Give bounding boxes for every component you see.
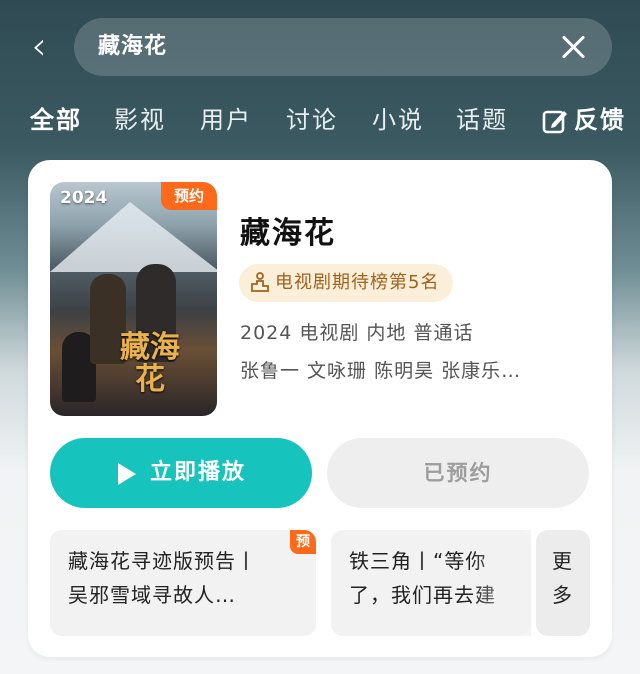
rank-label: 电视剧期待榜第5名 <box>275 272 440 293</box>
search-input[interactable]: 藏海花 <box>98 18 167 76</box>
search-box[interactable]: 藏海花 <box>74 18 612 76</box>
show-title[interactable]: 藏海花 <box>240 208 336 252</box>
tab-users[interactable]: 用户 <box>200 96 252 144</box>
poster-image[interactable]: 藏海花 2024 预约 <box>50 182 217 416</box>
clip-item[interactable]: 藏海花寻迹版预告丨 吴邪雪域寻故人… 预 <box>50 530 316 636</box>
feedback-label: 反馈 <box>574 106 626 134</box>
tab-novel[interactable]: 小说 <box>372 96 424 144</box>
play-now-label: 立即播放 <box>150 460 247 485</box>
tab-film-tv[interactable]: 影视 <box>114 96 166 144</box>
clip-list: 藏海花寻迹版预告丨 吴邪雪域寻故人… 预 铁三角丨“等你 了，我们再去建 更 多 <box>50 530 590 636</box>
clip-item[interactable]: 铁三角丨“等你 了，我们再去建 <box>331 530 531 636</box>
podium-icon <box>251 271 269 292</box>
reserved-button[interactable]: 已预约 <box>327 438 589 508</box>
rank-tag[interactable]: 电视剧期待榜第5名 <box>239 264 454 302</box>
play-icon <box>118 463 136 485</box>
more-button[interactable]: 更 多 <box>536 530 590 636</box>
result-card[interactable]: 藏海花 2024 预约 藏海花 电视剧期待榜第5名 2024 电视剧 内地 普通… <box>28 160 612 657</box>
play-now-button[interactable]: 立即播放 <box>50 438 312 508</box>
poster-title-art: 藏海花 <box>120 330 180 397</box>
back-arrow-icon[interactable]: ‹ <box>22 27 56 65</box>
edit-icon <box>542 110 567 134</box>
feedback-button[interactable]: 反馈 <box>542 96 626 144</box>
show-meta: 2024 电视剧 内地 普通话 <box>240 322 474 344</box>
tab-all[interactable]: 全部 <box>30 96 82 144</box>
show-cast: 张鲁一 文咏珊 陈明昊 张康乐… <box>240 360 522 382</box>
reserve-badge: 预约 <box>161 182 217 210</box>
poster-year: 2024 <box>60 188 108 208</box>
tab-topic[interactable]: 话题 <box>456 96 508 144</box>
tab-discussion[interactable]: 讨论 <box>286 96 338 144</box>
top-bar: ‹ 藏海花 <box>0 0 640 95</box>
trailer-badge: 预 <box>290 530 316 554</box>
clear-search-icon[interactable] <box>558 32 588 62</box>
category-tabs: 全部 影视 用户 讨论 小说 话题 反馈 <box>0 96 640 144</box>
clip-title: 藏海花寻迹版预告丨 吴邪雪域寻故人… <box>68 549 257 607</box>
more-label: 更 多 <box>552 549 573 607</box>
